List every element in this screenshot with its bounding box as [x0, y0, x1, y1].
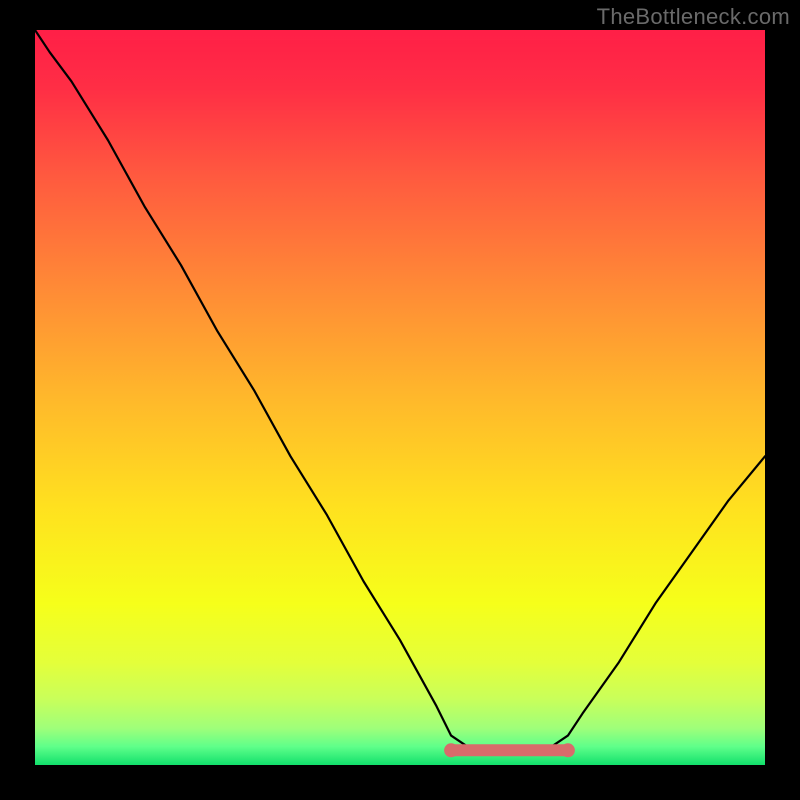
chart-svg [35, 30, 765, 765]
watermark-text: TheBottleneck.com [597, 4, 790, 30]
plot-area [35, 30, 765, 765]
gradient-rect [35, 30, 765, 765]
flat-segment-endpoint [561, 743, 575, 757]
flat-segment-endpoint [444, 743, 458, 757]
chart-stage: TheBottleneck.com [0, 0, 800, 800]
flat-segment [444, 743, 575, 757]
